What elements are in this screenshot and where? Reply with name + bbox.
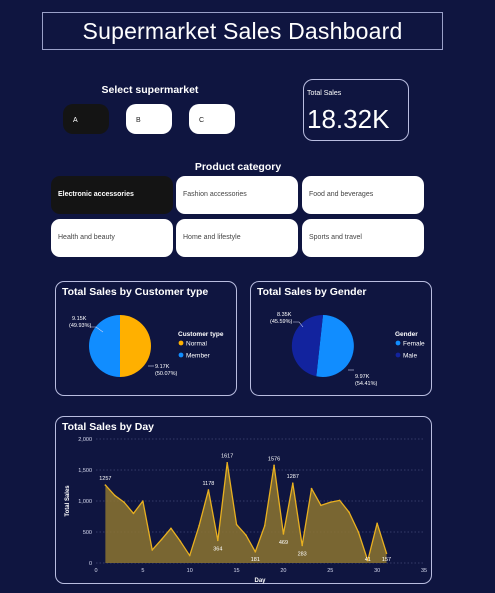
total-sales-value: 18.32K xyxy=(307,104,390,134)
member-percent-label: (49.93%) xyxy=(69,323,91,329)
data-label: 1287 xyxy=(287,474,299,480)
member-value-label: 9.15K xyxy=(72,316,87,322)
data-point xyxy=(376,522,378,525)
y-tick-label: 0 xyxy=(89,561,92,567)
data-label: 364 xyxy=(213,546,222,552)
data-point xyxy=(170,527,172,530)
data-point xyxy=(329,501,332,504)
y-tick-label: 2,000 xyxy=(78,437,92,443)
y-tick-label: 1,500 xyxy=(78,468,92,474)
category-fashion-accessories[interactable]: Fashion accessories xyxy=(176,176,298,214)
data-point xyxy=(348,511,350,513)
female-percent-label: (54.41%) xyxy=(355,381,377,387)
y-axis-label: Total Sales xyxy=(65,485,71,517)
normal-percent-label: (50.07%) xyxy=(155,371,177,377)
supermarket-button-c[interactable]: C xyxy=(189,104,235,134)
data-point xyxy=(320,504,322,507)
sales-by-day-panel: Total Sales by Day 0 500 1,000 1,500 2,000 0 5… xyxy=(55,416,432,584)
legend-marker-member xyxy=(178,352,184,358)
female-value-label: 9.97K xyxy=(355,374,370,380)
data-point xyxy=(263,525,266,527)
gender-chart-panel: Total Sales by Gender 8.35K (45.59%) 9.9… xyxy=(250,281,432,396)
pie-slice-member[interactable] xyxy=(89,315,120,377)
gender-legend-title: Gender xyxy=(395,331,418,338)
x-axis-label: Day xyxy=(254,578,266,584)
data-label: 1617 xyxy=(221,454,233,460)
x-tick-label: 20 xyxy=(280,568,286,574)
data-point xyxy=(113,494,116,497)
category-home-and-lifestyle[interactable]: Home and lifestyle xyxy=(176,219,298,257)
category-sports-and-travel[interactable]: Sports and travel xyxy=(302,219,424,257)
sales-by-day-area-chart: 0 500 1,000 1,500 2,000 0 5 10 15 20 25 30 35 Day Tota… xyxy=(65,437,427,584)
data-point xyxy=(226,461,228,464)
data-point xyxy=(179,540,182,543)
total-sales-card: Total Sales 18.32K xyxy=(303,79,409,141)
data-label: 41 xyxy=(365,557,371,563)
data-label: 1178 xyxy=(203,481,215,487)
customer-legend-title: Customer type xyxy=(178,331,224,338)
data-point xyxy=(104,484,107,486)
x-tick-label: 5 xyxy=(141,568,144,574)
customer-type-pie-chart: 9.15K (49.93%) 9.17K (50.07%) Customer t… xyxy=(69,315,224,377)
product-category-label: Product category xyxy=(194,161,282,173)
x-tick-label: 10 xyxy=(187,568,193,574)
legend-label-male[interactable]: Male xyxy=(403,353,417,360)
y-tick-label: 1,000 xyxy=(78,499,92,505)
supermarket-button-b[interactable]: B xyxy=(126,104,172,134)
legend-marker-female xyxy=(395,340,401,346)
total-sales-label: Total Sales xyxy=(307,90,342,97)
supermarket-slicer-label: Select supermarket xyxy=(101,84,199,96)
data-label: 1576 xyxy=(268,456,280,462)
data-point xyxy=(217,539,219,542)
data-label: 181 xyxy=(251,557,260,563)
male-value-label: 8.35K xyxy=(277,312,292,318)
x-tick-label: 25 xyxy=(327,568,333,574)
data-label: 283 xyxy=(298,551,307,557)
data-label: 157 xyxy=(382,557,391,563)
category-electronic-accessories[interactable]: Electronic accessories xyxy=(51,176,173,214)
data-point xyxy=(142,500,144,502)
data-point xyxy=(160,538,163,541)
data-point xyxy=(235,523,238,526)
supermarket-button-a[interactable]: A xyxy=(63,104,109,134)
legend-label-normal[interactable]: Normal xyxy=(186,341,208,348)
data-point xyxy=(123,501,125,504)
dashboard-title: Supermarket Sales Dashboard xyxy=(42,12,443,50)
area-fill xyxy=(105,462,387,563)
data-point xyxy=(292,482,294,485)
data-point xyxy=(151,549,154,551)
x-tick-label: 0 xyxy=(94,568,97,574)
category-food-and-beverages[interactable]: Food and beverages xyxy=(302,176,424,214)
data-point xyxy=(338,499,341,502)
data-point xyxy=(282,533,285,535)
legend-label-female[interactable]: Female xyxy=(403,341,425,348)
legend-label-member[interactable]: Member xyxy=(186,353,211,360)
data-point xyxy=(385,552,388,555)
data-point xyxy=(357,531,360,533)
legend-marker-male xyxy=(395,352,401,358)
data-point xyxy=(245,534,247,536)
data-label: 469 xyxy=(279,540,288,546)
normal-value-label: 9.17K xyxy=(155,364,170,370)
x-tick-label: 35 xyxy=(421,568,427,574)
data-point xyxy=(301,544,303,547)
male-percent-label: (45.59%) xyxy=(270,319,292,325)
data-point xyxy=(254,550,257,553)
customer-type-chart-panel: Total Sales by Customer type 9.15K (49.9… xyxy=(55,281,237,396)
data-point xyxy=(198,525,200,527)
pie-slice-normal[interactable] xyxy=(120,315,151,377)
legend-marker-normal xyxy=(178,340,184,346)
data-point xyxy=(273,464,275,467)
x-tick-label: 15 xyxy=(234,568,240,574)
y-tick-label: 500 xyxy=(83,530,92,536)
data-point xyxy=(132,512,135,515)
x-tick-label: 30 xyxy=(374,568,380,574)
data-point xyxy=(188,554,191,557)
gender-pie-chart: 8.35K (45.59%) 9.97K (54.41%) Gender Fem… xyxy=(270,312,425,387)
data-label: 1257 xyxy=(99,476,111,482)
data-point xyxy=(310,487,313,490)
category-health-and-beauty[interactable]: Health and beauty xyxy=(51,219,173,257)
data-point xyxy=(207,489,210,491)
